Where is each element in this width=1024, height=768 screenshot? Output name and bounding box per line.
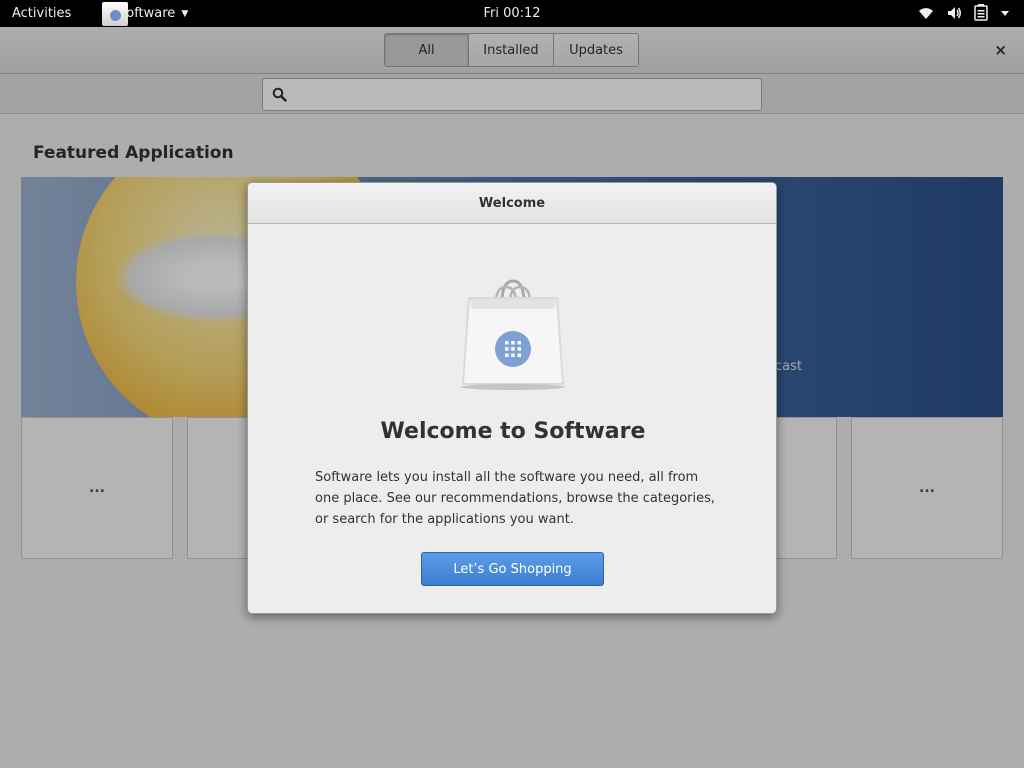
dialog-title: Welcome [248, 183, 776, 224]
chevron-down-icon [1001, 10, 1009, 16]
lets-go-shopping-button[interactable]: Let’s Go Shopping [421, 552, 604, 586]
dialog-body-text: Software lets you install all the softwa… [315, 470, 716, 527]
shopping-bag-icon [461, 279, 565, 390]
software-app-icon [98, 0, 132, 27]
battery-icon [974, 4, 988, 21]
clock[interactable]: Fri 00:12 [483, 6, 540, 21]
top-panel: Activities Software ▼ Fri 00:12 [0, 0, 1024, 27]
volume-icon [948, 6, 961, 19]
wifi-icon [919, 7, 933, 19]
app-menu[interactable]: Software ▼ [98, 0, 188, 27]
welcome-dialog: Welcome Welcome to Software Software let… [247, 182, 777, 614]
chevron-down-icon: ▼ [181, 8, 189, 19]
activities-button[interactable]: Activities [12, 6, 71, 21]
system-status-area[interactable] [918, 4, 1010, 21]
dialog-heading: Welcome to Software [380, 419, 646, 444]
